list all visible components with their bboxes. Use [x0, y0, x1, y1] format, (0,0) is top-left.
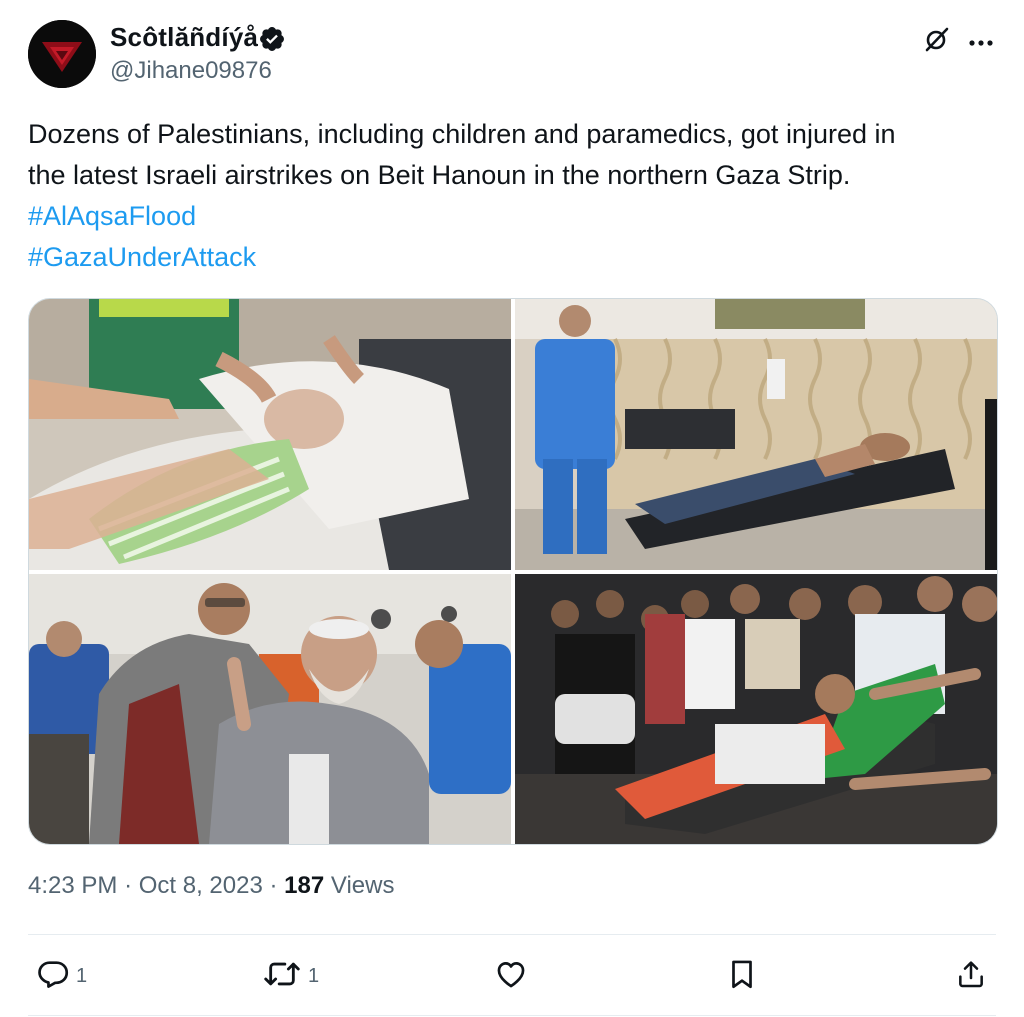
repost-count: 1: [308, 964, 320, 987]
more-horizontal-icon[interactable]: [968, 34, 994, 52]
hashtag-link[interactable]: #AlAqsaFlood: [28, 196, 998, 237]
share-button[interactable]: [955, 956, 987, 996]
author-handle[interactable]: @Jihane09876: [110, 57, 272, 85]
reply-count: 1: [76, 964, 88, 987]
paramedic-carried-on-stretcher-photo[interactable]: [515, 574, 997, 844]
tweet-time[interactable]: 4:23 PM: [28, 872, 117, 899]
grok-icon[interactable]: [922, 24, 952, 59]
like-button[interactable]: [494, 956, 528, 996]
meta-separator: ·: [269, 872, 278, 899]
share-icon: [955, 957, 987, 996]
divider: [28, 1015, 996, 1016]
tweet-text-line: Dozens of Palestinians, including childr…: [28, 119, 896, 149]
verified-badge-icon[interactable]: [258, 25, 286, 58]
bookmark-button[interactable]: [725, 956, 759, 996]
repost-button[interactable]: 1: [262, 956, 319, 996]
repost-icon: [262, 957, 302, 996]
tweet-meta: 4:23 PM · Oct 8, 2023 · 187 Views: [28, 872, 394, 900]
display-name[interactable]: Scôtlăñdíýå: [110, 22, 258, 53]
elderly-man-in-hospital-photo[interactable]: [29, 574, 511, 844]
views-count: 187: [284, 872, 325, 899]
views-label: Views: [330, 872, 395, 899]
injured-man-on-stretcher-photo[interactable]: [515, 299, 997, 570]
tweet-text: Dozens of Palestinians, including childr…: [28, 114, 998, 278]
tweet-text-line: the latest Israeli airstrikes on Beit Ha…: [28, 160, 851, 190]
bookmark-icon: [725, 956, 759, 997]
heart-icon: [494, 957, 528, 996]
infant-treatment-photo[interactable]: [29, 299, 511, 570]
divider: [28, 934, 996, 935]
media-grid: [28, 298, 998, 845]
tweet-date[interactable]: Oct 8, 2023: [139, 872, 263, 899]
hashtag-link[interactable]: #GazaUnderAttack: [28, 237, 998, 278]
avatar[interactable]: [28, 20, 96, 88]
reply-icon: [36, 957, 70, 996]
red-triangle-avatar-icon: [28, 20, 96, 88]
meta-separator: ·: [124, 872, 133, 899]
reply-button[interactable]: 1: [36, 956, 87, 996]
